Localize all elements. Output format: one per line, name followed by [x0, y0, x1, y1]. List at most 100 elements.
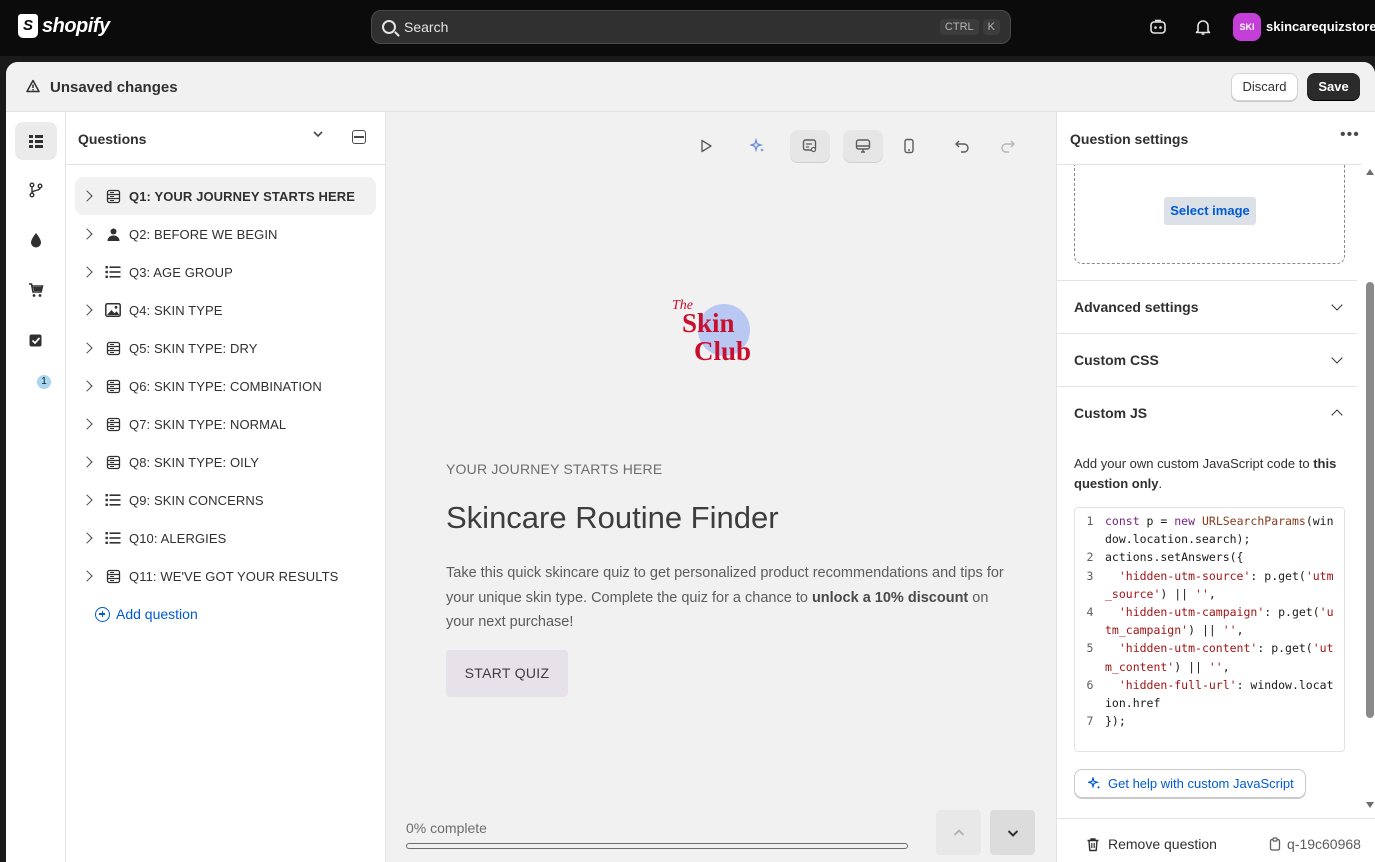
chevron-right-icon[interactable]: [81, 532, 93, 544]
desktop-view-icon[interactable]: [843, 130, 883, 162]
code-line-7: });: [1105, 714, 1126, 729]
clipboard-icon: [1269, 837, 1281, 851]
advanced-settings-section[interactable]: Advanced settings: [1057, 280, 1357, 333]
sidekick-icon[interactable]: [1148, 18, 1168, 38]
remove-question-label: Remove question: [1108, 836, 1217, 852]
js-help-label: Get help with custom JavaScript: [1108, 776, 1294, 791]
question-label: Q3: AGE GROUP: [129, 264, 233, 280]
form-icon: [105, 378, 121, 394]
quiz-preview: The Skin Club YOUR JOURNEY STARTS HERE S…: [386, 112, 1056, 862]
question-item[interactable]: Q2: BEFORE WE BEGIN: [75, 215, 376, 253]
ai-sparkle-icon[interactable]: [738, 130, 778, 162]
chevron-right-icon[interactable]: [81, 494, 93, 506]
shortcut-key-ctrl: CTRL: [939, 19, 979, 35]
store-name[interactable]: skincarequizstore: [1266, 19, 1375, 34]
chevron-right-icon[interactable]: [81, 380, 93, 392]
question-label: Q2: BEFORE WE BEGIN: [129, 226, 278, 242]
person-icon: [105, 226, 121, 242]
question-label: Q1: YOUR JOURNEY STARTS HERE: [129, 188, 356, 204]
select-image-button[interactable]: Select image: [1164, 197, 1256, 225]
question-subtitle: YOUR JOURNEY STARTS HERE: [446, 461, 663, 477]
skin-club-logo: The Skin Club: [672, 298, 751, 366]
question-label: Q6: SKIN TYPE: COMBINATION: [129, 378, 322, 394]
rail-logic-button[interactable]: [15, 171, 57, 209]
custom-js-section[interactable]: Custom JS: [1057, 386, 1357, 439]
shopify-logo[interactable]: shopify: [18, 14, 110, 38]
rail-products-button[interactable]: [15, 271, 57, 309]
chevron-up-icon: [953, 828, 964, 836]
redo-icon[interactable]: [988, 130, 1028, 162]
custom-js-editor[interactable]: 1 const p = new URLSearchParams(window.lo…: [1074, 507, 1345, 752]
search-bar[interactable]: Search CTRL K: [371, 10, 1011, 44]
ai-sparkle-icon: [1088, 776, 1101, 789]
scroll-up-arrow[interactable]: [1366, 169, 1374, 175]
question-item[interactable]: Q10: ALERGIES: [75, 519, 376, 557]
more-options-icon[interactable]: •••: [1340, 126, 1360, 144]
inspect-icon[interactable]: [790, 130, 830, 162]
scroll-thumb[interactable]: [1366, 282, 1374, 718]
question-id-text: q-19c60968: [1287, 836, 1361, 852]
image-dropzone[interactable]: Select image: [1074, 165, 1345, 264]
chevron-right-icon[interactable]: [81, 342, 93, 354]
progress-bar: [406, 843, 908, 849]
js-help-part-2: .: [1158, 476, 1163, 491]
next-question-button[interactable]: [990, 810, 1035, 855]
code-line-3: 'hidden-utm-source': p.get('utm_source')…: [1105, 568, 1334, 601]
question-item[interactable]: Q5: SKIN TYPE: DRY: [75, 329, 376, 367]
chevron-right-icon[interactable]: [81, 570, 93, 582]
remove-question-button[interactable]: Remove question: [1086, 836, 1217, 852]
question-item[interactable]: Q6: SKIN TYPE: COMBINATION: [75, 367, 376, 405]
list-icon: [105, 530, 121, 546]
start-quiz-button[interactable]: START QUIZ: [446, 650, 568, 697]
rail-questions-button[interactable]: [15, 122, 57, 160]
scroll-down-arrow[interactable]: [1366, 802, 1374, 808]
chevron-right-icon[interactable]: [81, 190, 93, 202]
question-item[interactable]: Q4: SKIN TYPE: [75, 291, 376, 329]
rail-checklist-button[interactable]: [15, 321, 57, 359]
question-description: Take this quick skincare quiz to get per…: [446, 561, 1006, 635]
store-avatar[interactable]: SKI: [1233, 13, 1261, 41]
play-icon[interactable]: [686, 130, 726, 162]
settings-title: Question settings: [1070, 131, 1189, 147]
code-line-6: 'hidden-full-url': window.location.href: [1105, 677, 1334, 711]
question-item[interactable]: Q7: SKIN TYPE: NORMAL: [75, 405, 376, 443]
previous-question-button[interactable]: [936, 810, 981, 855]
chevron-down-icon[interactable]: [312, 128, 324, 140]
settings-scrollbar[interactable]: [1362, 112, 1375, 818]
bell-icon[interactable]: [1193, 18, 1213, 38]
list-icon: [29, 135, 43, 148]
discard-button[interactable]: Discard: [1231, 73, 1298, 101]
chevron-right-icon[interactable]: [81, 266, 93, 278]
mobile-view-icon[interactable]: [889, 130, 929, 162]
top-bar: shopify Search CTRL K SKI skincarequizst…: [0, 0, 1375, 56]
chevron-up-icon: [1331, 409, 1343, 421]
chevron-right-icon[interactable]: [81, 228, 93, 240]
cart-icon: [29, 283, 44, 297]
custom-css-section[interactable]: Custom CSS: [1057, 333, 1357, 386]
save-button[interactable]: Save: [1307, 73, 1360, 101]
chevron-right-icon[interactable]: [81, 304, 93, 316]
question-id[interactable]: q-19c60968: [1269, 836, 1361, 852]
line-number: 5: [1086, 641, 1094, 656]
custom-js-help-text: Add your own custom JavaScript code to t…: [1074, 454, 1344, 494]
chevron-down-icon: [1007, 829, 1018, 837]
chevron-down-icon: [1331, 352, 1343, 364]
trash-icon: [1087, 837, 1099, 851]
questions-header: Questions: [66, 112, 385, 165]
question-item[interactable]: Q1: YOUR JOURNEY STARTS HERE: [75, 177, 376, 215]
question-item[interactable]: Q3: AGE GROUP: [75, 253, 376, 291]
question-item[interactable]: Q8: SKIN TYPE: OILY: [75, 443, 376, 481]
js-help-button[interactable]: Get help with custom JavaScript: [1074, 769, 1306, 798]
line-number: 4: [1086, 605, 1094, 620]
chevron-right-icon[interactable]: [81, 418, 93, 430]
question-item[interactable]: Q11: WE'VE GOT YOUR RESULTS: [75, 557, 376, 595]
collapse-all-icon[interactable]: [352, 130, 366, 144]
form-icon: [105, 454, 121, 470]
list-icon: [105, 264, 121, 280]
chevron-right-icon[interactable]: [81, 456, 93, 468]
question-item[interactable]: Q9: SKIN CONCERNS: [75, 481, 376, 519]
add-question-button[interactable]: Add question: [95, 606, 198, 622]
js-help-part-1: Add your own custom JavaScript code to: [1074, 456, 1314, 471]
undo-icon[interactable]: [942, 130, 982, 162]
rail-design-button[interactable]: [15, 221, 57, 259]
